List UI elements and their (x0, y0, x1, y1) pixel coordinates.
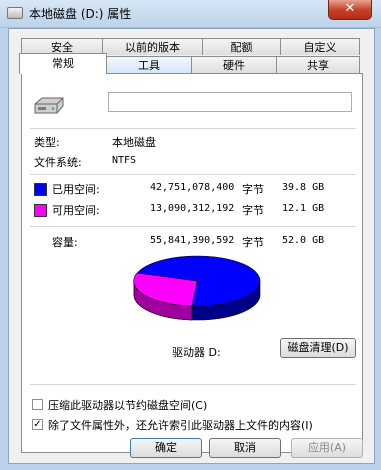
tab-sharing[interactable]: 共享 (276, 56, 360, 73)
tab-hardware[interactable]: 硬件 (191, 56, 277, 73)
free-space-bytes: 13,090,312,192 (150, 203, 235, 214)
free-space-label: 可用空间: (52, 204, 100, 217)
used-space-label: 已用空间: (52, 183, 100, 196)
tab-quota[interactable]: 配额 (202, 38, 281, 55)
free-space-swatch (34, 204, 47, 217)
drive-icon (7, 7, 23, 19)
filesystem-value: NTFS (112, 155, 137, 166)
title-bar: 本地磁盘 (D:) 属性 ✕ (0, 0, 381, 28)
filesystem-label: 文件系统: (34, 156, 82, 169)
free-space-unit: 字节 (242, 204, 264, 217)
separator (30, 384, 356, 385)
capacity-unit: 字节 (242, 236, 264, 249)
tab-previous-versions[interactable]: 以前的版本 (102, 38, 203, 55)
disk-cleanup-button[interactable]: 磁盘清理(D) (280, 338, 356, 358)
type-value: 本地磁盘 (112, 136, 156, 149)
free-space-size: 12.1 GB (282, 203, 325, 214)
used-space-swatch (34, 183, 47, 196)
close-button[interactable]: ✕ (328, 0, 372, 20)
window-title: 本地磁盘 (D:) 属性 (29, 7, 132, 21)
window-body: 安全 以前的版本 配额 自定义 常规 工具 硬件 共享 类型: 本地磁盘 文件系… (8, 28, 375, 464)
separator (30, 174, 356, 175)
compress-checkbox[interactable] (32, 399, 43, 410)
index-label[interactable]: 除了文件属性外，还允许索引此驱动器上文件的内容(I) (48, 417, 313, 433)
separator (30, 226, 356, 227)
ok-button[interactable]: 确定 (130, 438, 202, 458)
type-label: 类型: (34, 136, 60, 149)
capacity-label: 容量: (52, 236, 78, 249)
index-checkbox[interactable]: ✓ (32, 419, 43, 430)
hard-drive-icon (34, 97, 64, 114)
separator (30, 128, 356, 129)
used-space-bytes: 42,751,078,400 (150, 182, 235, 193)
tab-general[interactable]: 常规 (19, 53, 107, 74)
cancel-button[interactable]: 取消 (209, 438, 281, 458)
tab-customize[interactable]: 自定义 (280, 38, 360, 55)
general-panel: 类型: 本地磁盘 文件系统: NTFS 已用空间: 42,751,078,400… (21, 73, 363, 453)
tab-tools[interactable]: 工具 (106, 56, 192, 73)
apply-button[interactable]: 应用(A) (291, 438, 363, 458)
used-space-unit: 字节 (242, 183, 264, 196)
capacity-size: 52.0 GB (282, 235, 325, 246)
used-space-size: 39.8 GB (282, 182, 325, 193)
drive-caption: 驱动器 D: (172, 346, 221, 359)
drive-name-input[interactable] (108, 92, 352, 112)
compress-label[interactable]: 压缩此驱动器以节约磁盘空间(C) (48, 397, 207, 413)
disk-usage-pie (133, 255, 261, 321)
capacity-bytes: 55,841,390,592 (150, 235, 235, 246)
